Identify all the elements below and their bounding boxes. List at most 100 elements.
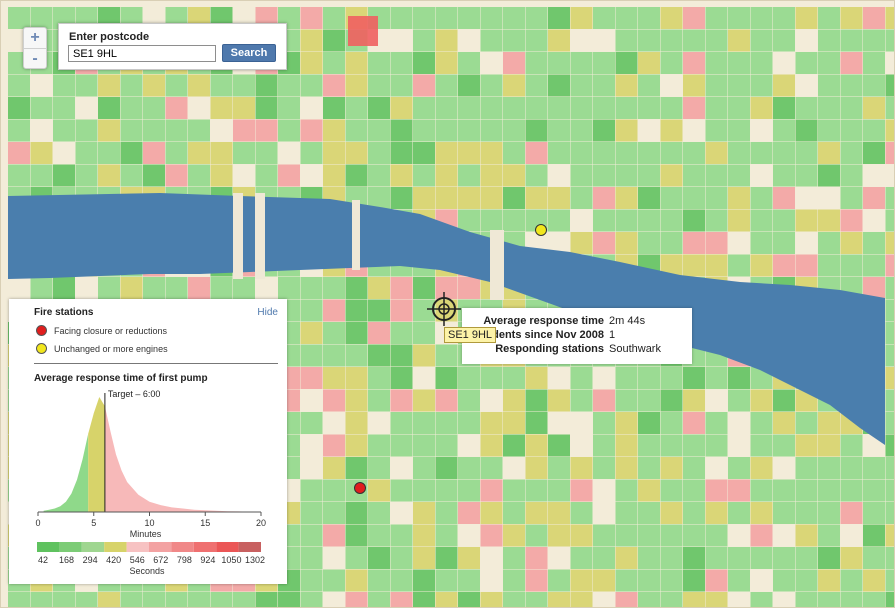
response-histogram: Target – 6:00 0 5 10 15 20 Minutes 42 168 294 420 5… <box>35 389 266 576</box>
grid-cell <box>368 164 390 187</box>
grid-cell <box>323 74 345 97</box>
grid-cell <box>503 547 525 569</box>
grid-cell <box>30 97 53 119</box>
crosshair-icon[interactable] <box>427 292 461 326</box>
search-button[interactable]: Search <box>222 44 276 62</box>
grid-cell <box>233 119 255 142</box>
grid-cell <box>323 344 345 367</box>
grid-cell <box>750 29 773 52</box>
grid-cell <box>345 367 368 389</box>
bridge <box>352 200 360 270</box>
grid-cell <box>435 367 458 389</box>
grid-cell <box>413 457 435 479</box>
scale-swatch <box>126 542 149 552</box>
grid-cell <box>390 412 413 434</box>
grid-cell <box>795 164 818 187</box>
grid-cell <box>368 367 390 389</box>
grid-cell <box>863 29 885 52</box>
grid-cell <box>683 367 705 389</box>
grid-cell <box>390 592 413 608</box>
grid-cell <box>75 592 98 608</box>
grid-cell <box>390 164 413 187</box>
grid-cell <box>660 412 683 434</box>
grid-cell <box>840 74 863 97</box>
grid-cell <box>503 367 525 389</box>
grid-cell <box>885 479 895 502</box>
grid-cell <box>660 119 683 142</box>
grid-cell <box>863 592 885 608</box>
grid-cell <box>458 97 480 119</box>
grid-cell <box>795 457 818 479</box>
grid-cell <box>98 119 120 142</box>
hide-legend-link[interactable]: Hide <box>257 307 278 318</box>
grid-cell <box>323 142 345 164</box>
grid-cell <box>390 97 413 119</box>
grid-cell <box>75 119 98 142</box>
grid-cell <box>660 457 683 479</box>
grid-cell <box>818 74 840 97</box>
grid-cell <box>818 412 840 434</box>
grid-cell <box>368 547 390 569</box>
scale-tick-label: 420 <box>106 555 121 565</box>
grid-cell <box>75 164 98 187</box>
grid-cell <box>435 187 458 209</box>
grid-cell <box>683 209 705 232</box>
grid-cell <box>548 209 570 232</box>
grid-cell <box>840 187 863 209</box>
grid-cell <box>615 412 638 434</box>
grid-cell <box>750 547 773 569</box>
grid-cell <box>818 232 840 254</box>
grid-cell <box>278 277 300 299</box>
histogram-title: Average response time of first pump <box>34 373 208 384</box>
grid-cell <box>660 389 683 412</box>
grid-cell <box>278 97 300 119</box>
grid-cell <box>480 142 503 164</box>
scale-swatch <box>216 542 239 552</box>
grid-cell <box>435 524 458 547</box>
grid-cell <box>368 457 390 479</box>
grid-cell <box>53 97 75 119</box>
zoom-in-button[interactable]: + <box>24 28 46 48</box>
grid-cell-high <box>348 16 378 46</box>
grid-cell <box>233 74 255 97</box>
grid-cell <box>368 97 390 119</box>
scale-swatch <box>149 542 172 552</box>
zoom-out-button[interactable]: - <box>24 48 46 69</box>
grid-cell <box>863 232 885 254</box>
grid-cell <box>435 164 458 187</box>
grid-cell <box>480 479 503 502</box>
grid-cell <box>98 592 120 608</box>
grid-cell <box>705 164 728 187</box>
grid-cell <box>728 119 750 142</box>
grid-cell <box>548 479 570 502</box>
grid-cell <box>435 569 458 592</box>
grid-cell <box>705 119 728 142</box>
grid-cell <box>795 412 818 434</box>
grid-cell <box>683 592 705 608</box>
scale-tick-label: 672 <box>153 555 168 565</box>
grid-cell <box>255 592 278 608</box>
grid-cell <box>458 592 480 608</box>
grid-cell <box>210 97 233 119</box>
grid-cell <box>525 389 548 412</box>
grid-cell <box>390 344 413 367</box>
grid-cell <box>255 74 278 97</box>
grid-cell <box>435 74 458 97</box>
postcode-input[interactable] <box>68 45 216 62</box>
grid-cell <box>435 52 458 74</box>
grid-cell <box>323 119 345 142</box>
grid-cell <box>413 52 435 74</box>
grid-cell <box>345 344 368 367</box>
grid-cell <box>840 164 863 187</box>
grid-cell <box>795 7 818 29</box>
grid-cell <box>885 142 895 164</box>
grid-cell <box>480 187 503 209</box>
grid-cell <box>593 457 615 479</box>
scale-tick-label: 168 <box>59 555 74 565</box>
grid-cell <box>705 52 728 74</box>
grid-cell <box>773 74 795 97</box>
grid-cell <box>413 29 435 52</box>
grid-cell <box>885 389 895 412</box>
grid-cell <box>300 502 323 524</box>
grid-cell <box>773 502 795 524</box>
